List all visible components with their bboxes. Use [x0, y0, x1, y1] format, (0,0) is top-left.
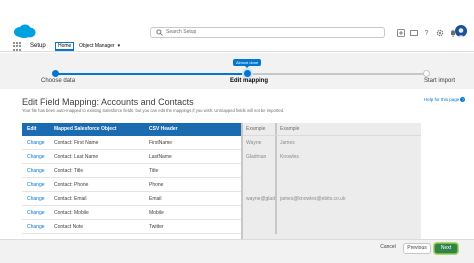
example-value: [277, 206, 421, 220]
search-icon: [156, 29, 163, 36]
step-dot-start-import: [423, 70, 430, 77]
global-header: Search Setup ?: [0, 0, 474, 40]
mapped-object: Contact Note: [54, 224, 84, 230]
example-value: Gladman: [243, 150, 277, 164]
column-header-object: Mapped Salesforce Object: [54, 126, 117, 132]
example-row: [243, 220, 421, 234]
user-avatar[interactable]: [455, 25, 467, 37]
column-header-csv: CSV Header: [149, 126, 178, 132]
help-icon[interactable]: ?: [422, 29, 431, 38]
example-value: [277, 164, 421, 178]
app-launcher-icon[interactable]: [13, 42, 22, 51]
example-row: [243, 178, 421, 192]
step-dot-choose-data: [52, 70, 59, 77]
table-row: Change Contact: Phone Phone: [22, 178, 241, 192]
column-header-edit: Edit: [27, 126, 37, 132]
change-link[interactable]: Change: [22, 206, 49, 219]
csv-header: Mobile: [149, 210, 164, 216]
mapped-object: Contact: Title: [54, 168, 84, 174]
example-value: [277, 220, 421, 234]
csv-header: LastName: [149, 154, 172, 160]
csv-header: Twitter: [149, 224, 164, 230]
example-value: Wayne: [243, 136, 277, 150]
example-row: [243, 206, 421, 220]
mapped-object: Contact: First Name: [54, 140, 99, 146]
step-tooltip: Almost done: [233, 59, 262, 68]
csv-header: Email: [149, 196, 162, 202]
example-value: James: [280, 140, 295, 146]
example-row: Wayne James: [243, 136, 421, 150]
page-subtitle: Your file has been auto-mapped to existi…: [22, 108, 285, 113]
search-placeholder: Search Setup: [166, 29, 197, 35]
tab-object-manager-label: Object Manager: [79, 43, 115, 49]
help-icon: ?: [460, 97, 466, 102]
table-row: Change Contact: Last Name LastName: [22, 150, 241, 164]
mapped-object: Contact: Email: [54, 196, 87, 202]
cancel-button[interactable]: Cancel: [376, 243, 400, 254]
column-header-example-1: Example: [243, 123, 277, 135]
step-label-choose-data: Choose data: [41, 78, 76, 84]
example-row: Gladman Knowles: [243, 150, 421, 164]
csv-header: FirstName: [149, 140, 173, 146]
mapping-table: Edit Mapped Salesforce Object CSV Header…: [22, 123, 241, 234]
csv-header: Phone: [149, 182, 164, 188]
example-value: [243, 178, 277, 192]
example-row: wayne@gladman james@knowles@ebits.co.uk: [243, 192, 421, 206]
help-link-label: Help for this page: [424, 97, 460, 102]
add-icon[interactable]: [396, 29, 405, 38]
example-row: [243, 164, 421, 178]
change-link[interactable]: Change: [22, 164, 49, 177]
page-title: Edit Field Mapping: Accounts and Contact…: [22, 97, 194, 107]
progress-fill: [55, 73, 248, 75]
example-header: Example Example: [243, 123, 421, 136]
table-row: Change Contact: Title Title: [22, 164, 241, 178]
example-value: Knowles: [280, 154, 299, 160]
chevron-down-icon: ▾: [117, 43, 121, 49]
table-row: Change Contact Note Twitter: [22, 220, 241, 234]
mapped-object: Contact: Phone: [54, 182, 89, 188]
setup-nav-bar: Setup Home Object Manager ▾: [0, 40, 474, 52]
mapped-object: Contact: Mobile: [54, 210, 89, 216]
change-link[interactable]: Change: [22, 220, 49, 233]
table-row: Change Contact: Email Email: [22, 192, 241, 206]
help-link[interactable]: Help for this page?: [424, 97, 466, 102]
step-label-edit-mapping: Edit mapping: [230, 78, 268, 84]
table-row: Change Contact: First Name FirstName: [22, 136, 241, 150]
change-link[interactable]: Change: [22, 136, 49, 149]
search-input[interactable]: Search Setup: [150, 27, 385, 38]
csv-header: Title: [149, 168, 159, 174]
step-label-start-import: Start import: [424, 78, 456, 84]
step-dot-edit-mapping: [244, 70, 251, 77]
change-link[interactable]: Change: [22, 150, 49, 163]
salesforce-logo-icon[interactable]: [12, 24, 36, 38]
next-button[interactable]: Next: [434, 243, 458, 254]
table-header: Edit Mapped Salesforce Object CSV Header: [22, 123, 241, 136]
example-value: [243, 206, 277, 220]
change-link[interactable]: Change: [22, 178, 49, 191]
example-value: james@knowles@ebits.co.uk: [280, 196, 346, 202]
example-columns: Example Example Wayne James Gladman Know…: [241, 123, 421, 239]
column-header-example-2: Example: [280, 126, 300, 132]
tab-object-manager[interactable]: Object Manager ▾: [77, 42, 122, 51]
header-utility-icons: ?: [396, 28, 457, 38]
gear-icon[interactable]: [435, 29, 444, 38]
previous-button[interactable]: Previous: [403, 243, 431, 254]
app-title: Setup: [30, 43, 46, 49]
example-value: wayne@gladman: [243, 192, 277, 206]
example-value: [243, 164, 277, 178]
change-link[interactable]: Change: [22, 192, 49, 205]
example-value: [277, 178, 421, 192]
mapped-object: Contact: Last Name: [54, 154, 99, 160]
example-value: [243, 220, 277, 234]
table-row: Change Contact: Mobile Mobile: [22, 206, 241, 220]
favorites-icon[interactable]: [409, 29, 418, 38]
tab-home[interactable]: Home: [55, 42, 75, 51]
